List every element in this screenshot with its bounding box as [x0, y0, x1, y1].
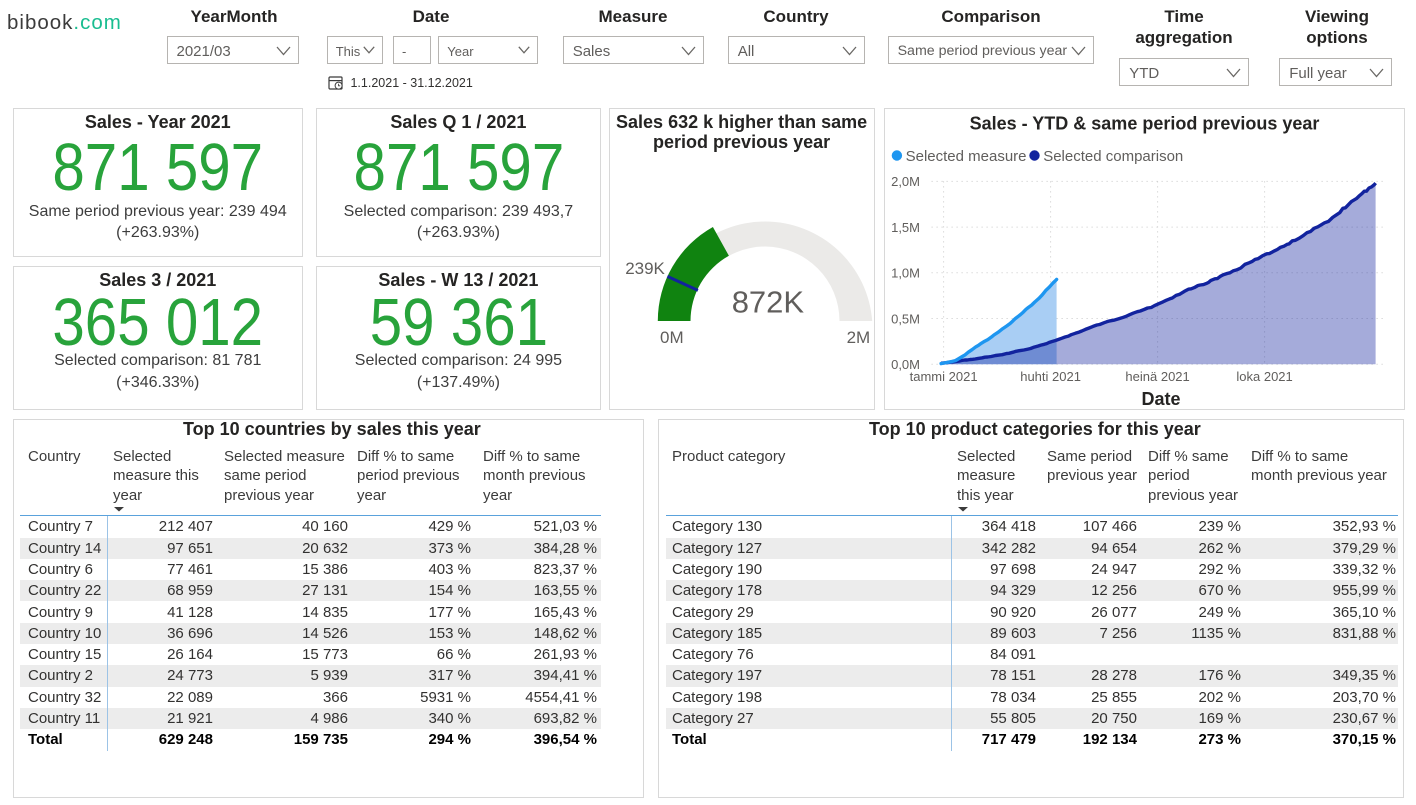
svg-text:872K: 872K	[731, 284, 804, 319]
svg-text:heinä 2021: heinä 2021	[1126, 369, 1190, 384]
svg-text:Sales - YTD & same period prev: Sales - YTD & same period previous year	[970, 114, 1320, 134]
svg-text:Selected measure: Selected measure	[906, 148, 1027, 165]
svg-text:Date: Date	[1142, 389, 1181, 409]
svg-text:0M: 0M	[659, 328, 683, 347]
svg-text:0,5M: 0,5M	[891, 311, 920, 326]
svg-text:tammi 2021: tammi 2021	[910, 369, 978, 384]
svg-text:Selected comparison: Selected comparison	[1044, 148, 1184, 165]
svg-text:huhti 2021: huhti 2021	[1021, 369, 1082, 384]
svg-text:loka 2021: loka 2021	[1237, 369, 1293, 384]
svg-text:2M: 2M	[846, 328, 870, 347]
svg-text:1,5M: 1,5M	[891, 220, 920, 235]
svg-text:2,0M: 2,0M	[891, 174, 920, 189]
svg-text:239K: 239K	[625, 259, 665, 278]
svg-text:1,0M: 1,0M	[891, 266, 920, 281]
